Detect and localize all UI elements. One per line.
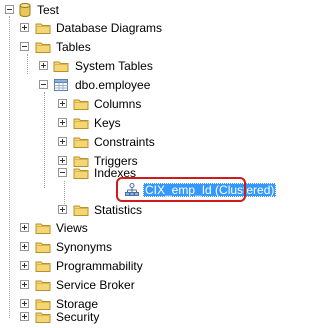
folder-icon (73, 96, 89, 112)
tree-item-label: Database Diagrams (56, 21, 163, 35)
tree-item-columns[interactable]: Columns (0, 94, 251, 114)
tree-item-label: Tables (56, 40, 91, 54)
database-icon (17, 2, 33, 18)
tree-item-label: Security (56, 310, 100, 324)
collapse-toggle[interactable] (39, 80, 48, 89)
folder-icon (35, 258, 51, 274)
expand-toggle[interactable] (20, 280, 29, 289)
folder-icon (35, 277, 51, 293)
expand-toggle[interactable] (20, 223, 29, 232)
collapse-toggle[interactable] (58, 168, 67, 177)
tree-item-label: Programmability (56, 259, 143, 273)
expand-toggle[interactable] (58, 137, 67, 146)
expand-toggle[interactable] (58, 99, 67, 108)
tree-item-tables[interactable]: Tables (0, 37, 251, 57)
tree-item-keys[interactable]: Keys (0, 113, 251, 133)
expand-toggle[interactable] (58, 205, 67, 214)
expand-toggle[interactable] (20, 312, 29, 321)
tree-item-views[interactable]: Views (0, 218, 251, 238)
tree-item-label: dbo.employee (75, 78, 151, 92)
tree-item-label: Statistics (94, 203, 143, 217)
folder-icon (35, 20, 51, 36)
expand-toggle[interactable] (20, 261, 29, 270)
folder-icon (73, 134, 89, 150)
tree-item-label: Columns (94, 97, 142, 111)
folder-icon (35, 309, 51, 325)
tree-item-test[interactable]: Test (0, 0, 251, 20)
collapse-toggle[interactable] (5, 5, 14, 14)
tree-item-programmability[interactable]: Programmability (0, 256, 251, 276)
tree-item-label: Constraints (94, 135, 155, 149)
tree-item-constraints[interactable]: Constraints (0, 132, 251, 152)
folder-icon (35, 220, 51, 236)
expand-toggle[interactable] (20, 242, 29, 251)
tree-item-dbo-employee[interactable]: dbo.employee (0, 75, 251, 95)
folder-icon (35, 239, 51, 255)
expand-toggle[interactable] (39, 61, 48, 70)
highlight-ring (116, 177, 246, 202)
folder-icon (73, 202, 89, 218)
tree-item-security[interactable]: Security (0, 307, 251, 327)
folder-icon (73, 115, 89, 131)
table-icon (53, 77, 69, 93)
tree-item-database-diagrams[interactable]: Database Diagrams (0, 18, 251, 38)
tree-item-service-broker[interactable]: Service Broker (0, 275, 251, 295)
folder-icon (73, 165, 89, 181)
tree-item-label: Service Broker (56, 278, 135, 292)
tree-item-system-tables[interactable]: System Tables (0, 56, 251, 76)
object-explorer-tree: Test Database Diagrams Tables System Tab… (0, 0, 277, 327)
tree-item-label: Test (37, 3, 60, 17)
tree-item-statistics[interactable]: Statistics (0, 200, 251, 220)
tree-item-synonyms[interactable]: Synonyms (0, 237, 251, 257)
expand-toggle[interactable] (20, 23, 29, 32)
collapse-toggle[interactable] (20, 42, 29, 51)
tree-item-label: System Tables (75, 59, 153, 73)
tree-item-label: Views (56, 221, 88, 235)
tree-item-label: Keys (94, 116, 121, 130)
expand-toggle[interactable] (58, 118, 67, 127)
tree-item-label: Synonyms (56, 240, 113, 254)
folder-icon (35, 39, 51, 55)
folder-icon (53, 58, 69, 74)
